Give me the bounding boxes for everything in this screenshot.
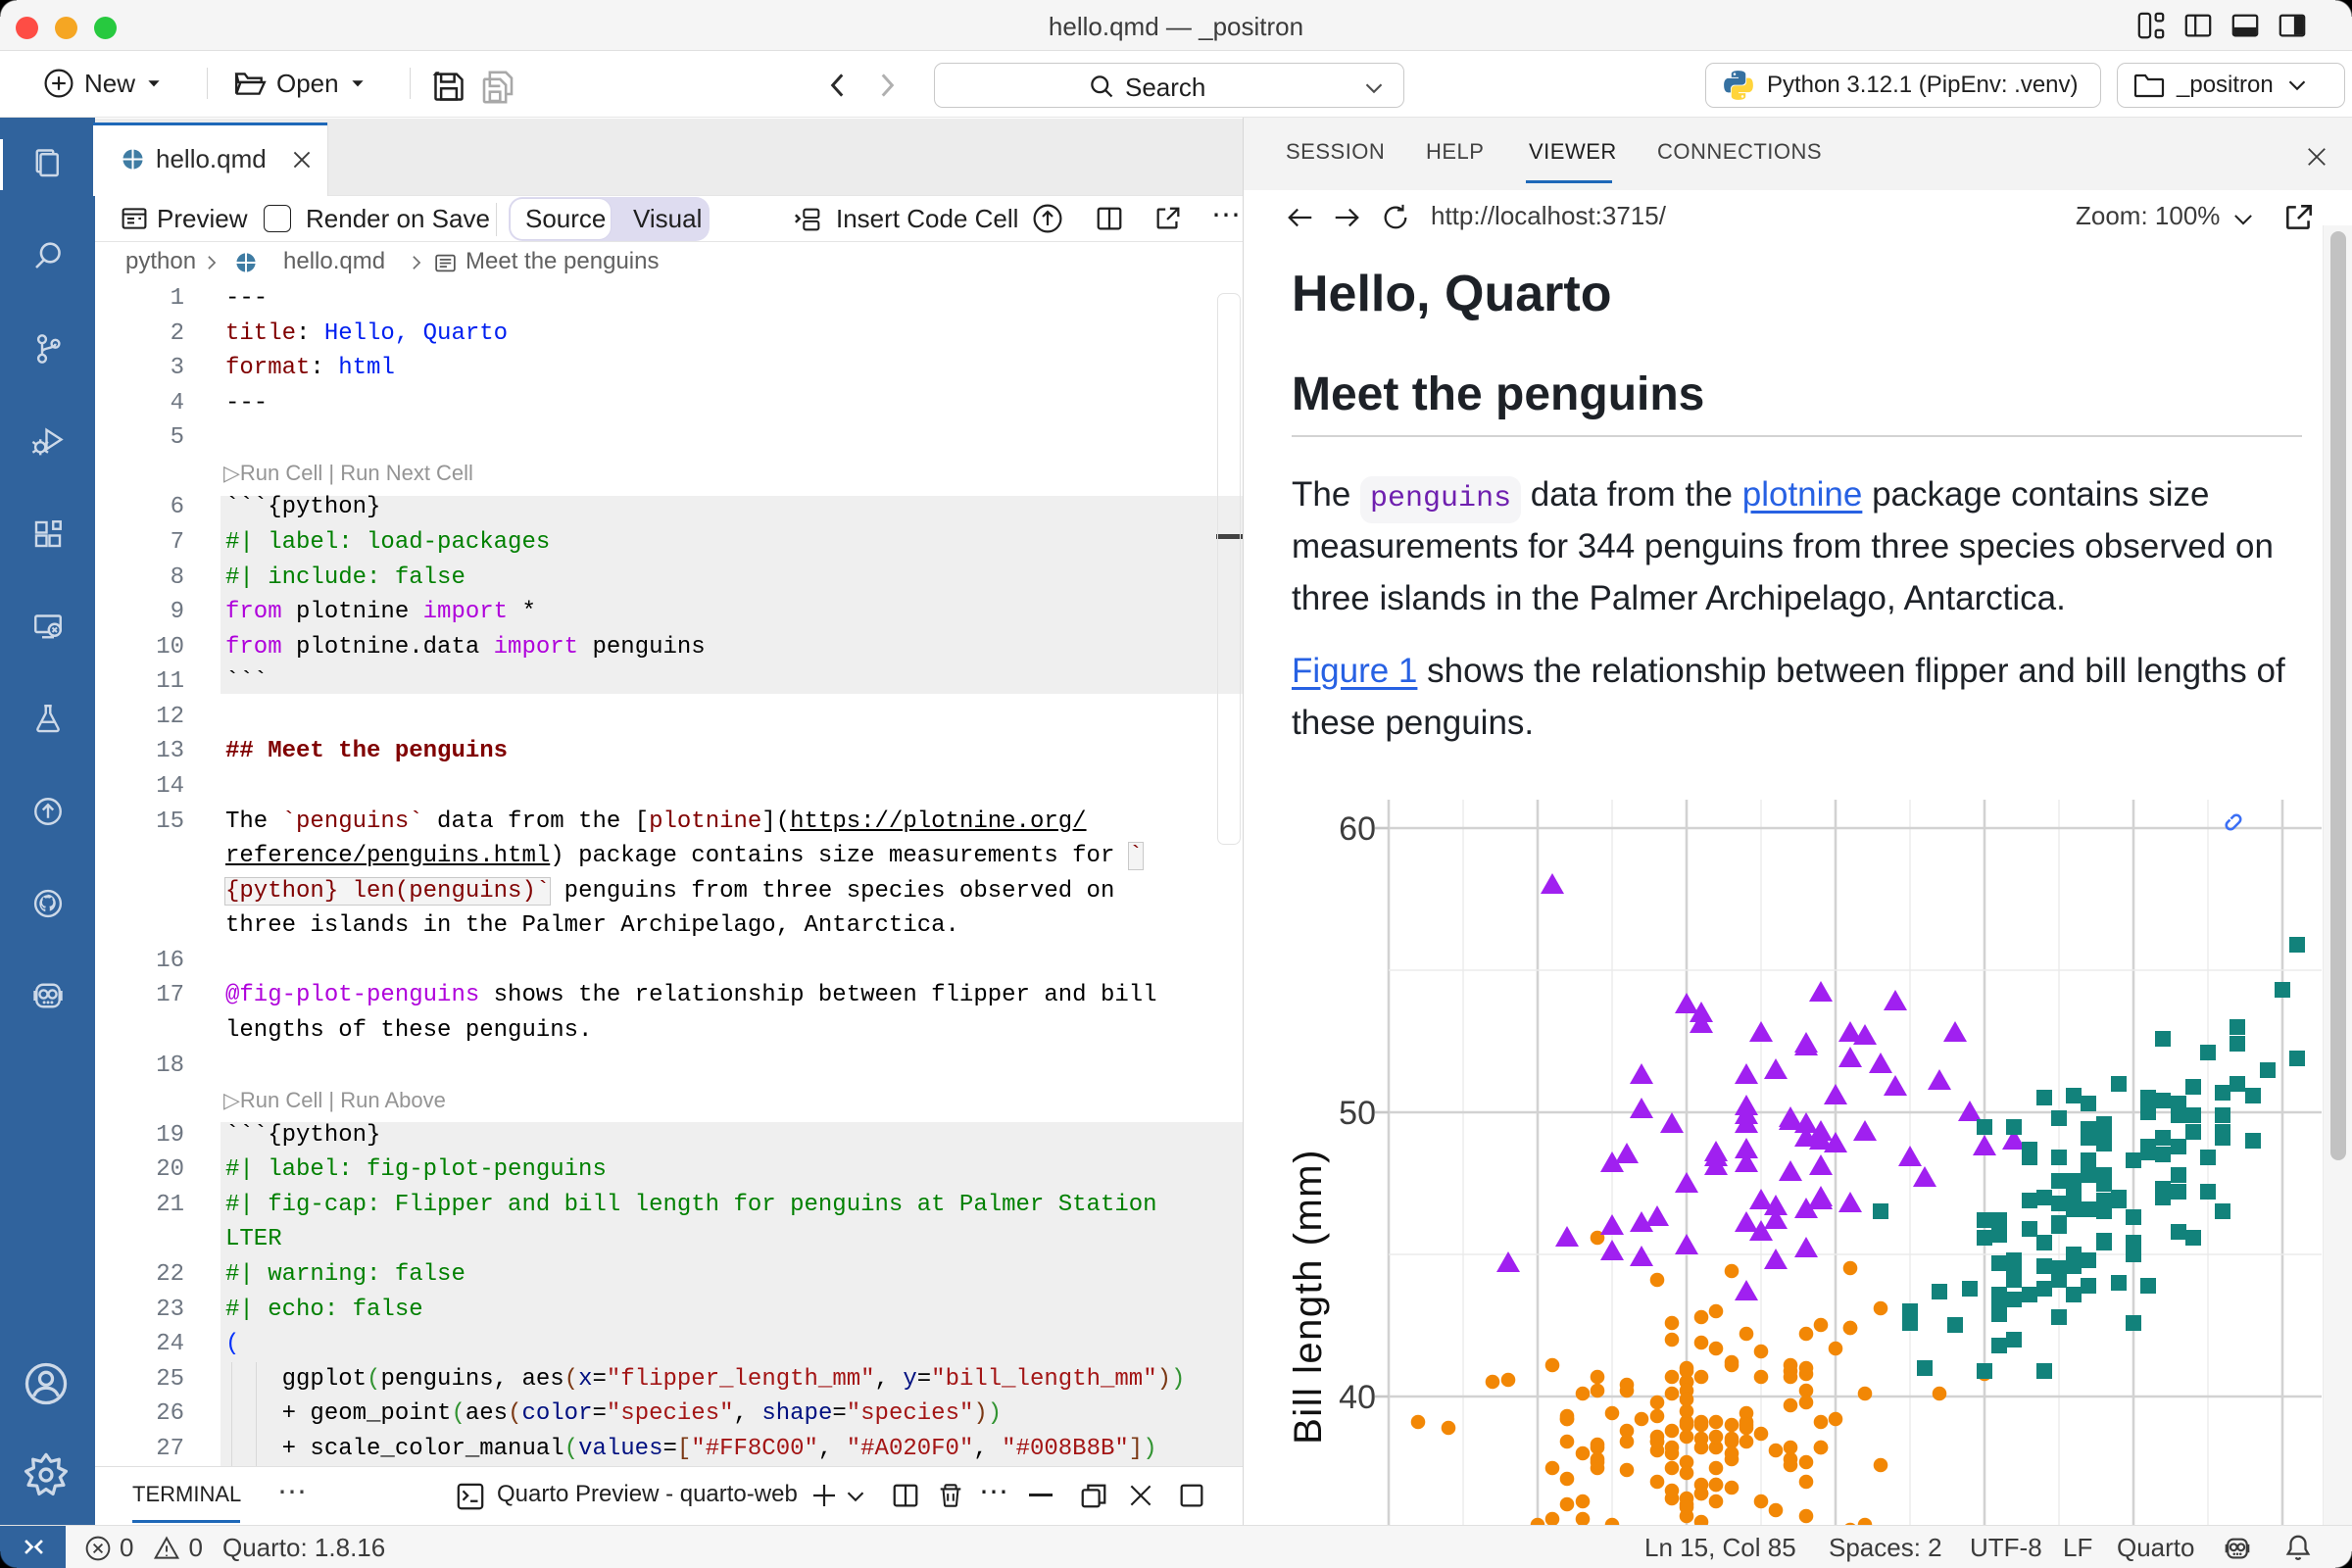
svg-text:40: 40 <box>1339 1379 1376 1416</box>
svg-text:Bill length (mm): Bill length (mm) <box>1287 1149 1330 1445</box>
svg-text:50: 50 <box>1339 1095 1376 1132</box>
svg-text:60: 60 <box>1339 810 1376 848</box>
